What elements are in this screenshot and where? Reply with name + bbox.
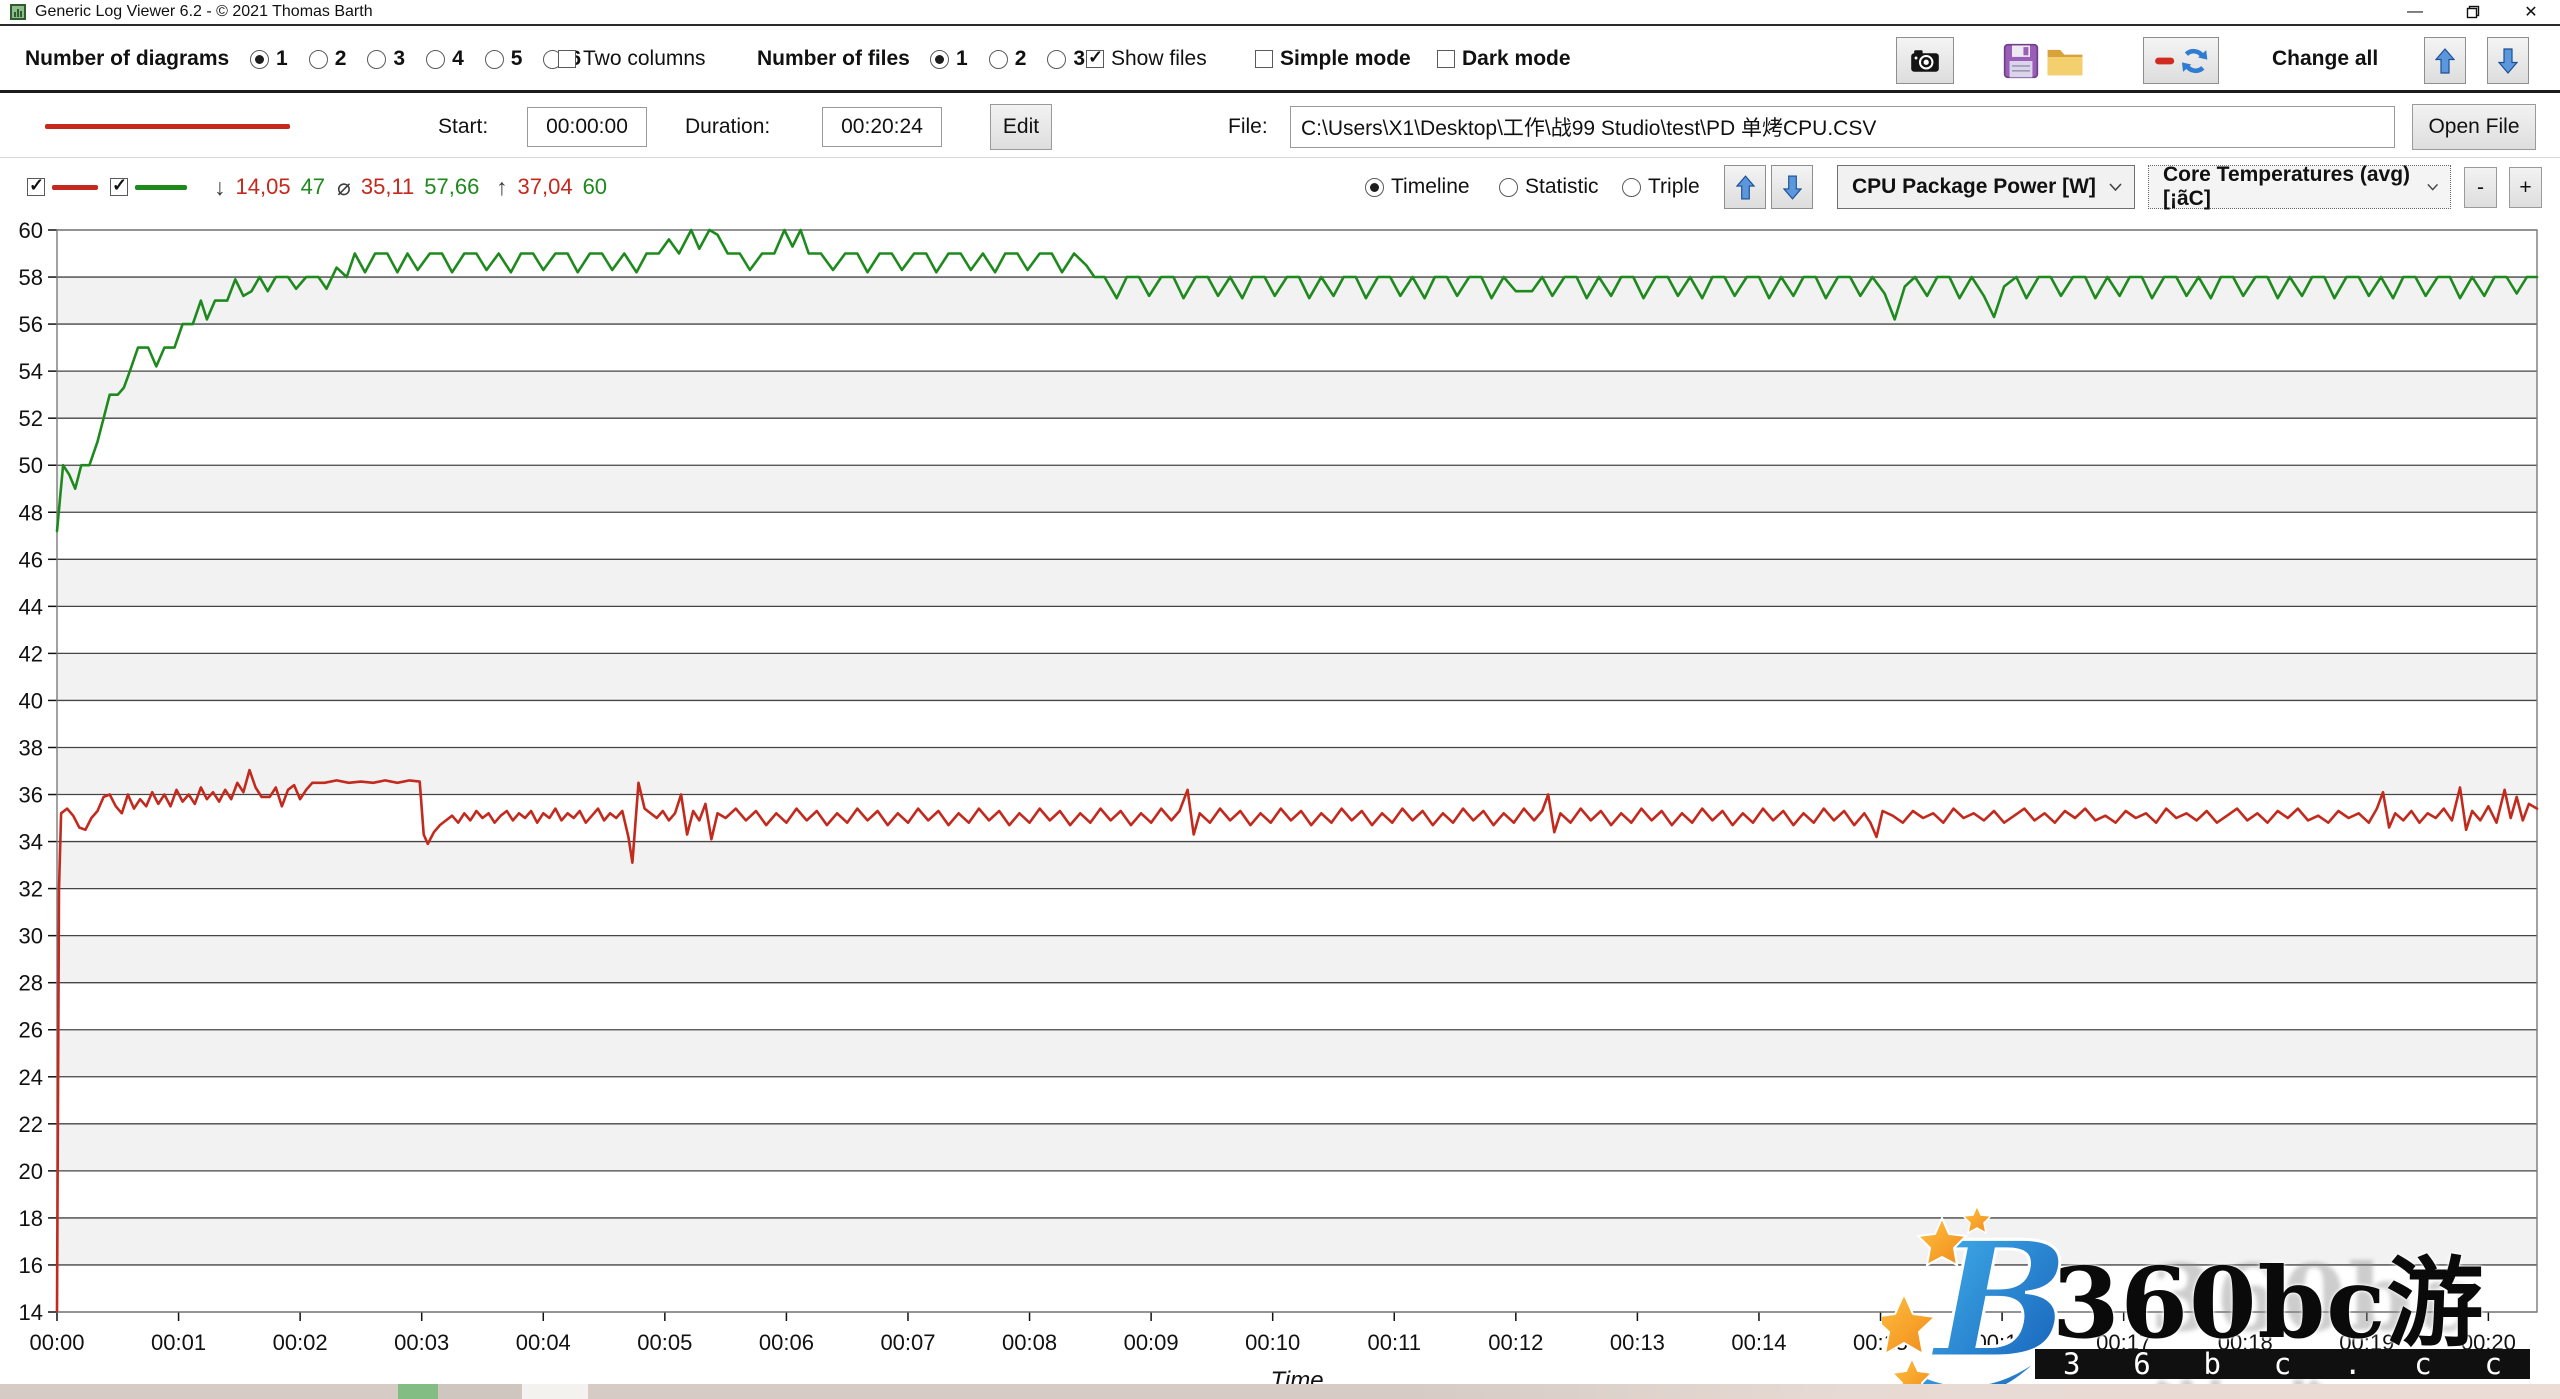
watermark-domain-char: c: [2484, 1347, 2502, 1381]
plot-band: [57, 1170, 2537, 1218]
plot-band: [57, 606, 2537, 654]
x-tick-label: 00:00: [29, 1330, 84, 1355]
y-tick-label: 44: [19, 594, 43, 619]
x-tick-label: 00:08: [1002, 1330, 1057, 1355]
watermark-domain-char: c: [2273, 1347, 2292, 1381]
x-tick-label: 00:09: [1124, 1330, 1179, 1355]
plot-band: [57, 559, 2537, 607]
plot-band: [57, 1123, 2537, 1171]
x-tick-label: 00:13: [1610, 1330, 1665, 1355]
y-tick-label: 60: [19, 218, 43, 243]
y-tick-label: 16: [19, 1253, 43, 1278]
plot-band: [57, 277, 2537, 325]
timeline-chart[interactable]: 14 16 18 20 22 24 26 28 30 32 34 36 38 40 42 44 46 48 50 52…: [0, 0, 2560, 1399]
x-tick-label: 00:10: [1245, 1330, 1300, 1355]
plot-band: [57, 888, 2537, 936]
watermark-domain-char: b: [2203, 1347, 2221, 1381]
y-tick-label: 22: [19, 1112, 43, 1137]
y-tick-label: 50: [19, 453, 43, 478]
y-tick-label: 34: [19, 830, 43, 855]
x-tick-label: 00:04: [516, 1330, 571, 1355]
y-tick-label: 38: [19, 735, 43, 760]
taskbar-sliver: [0, 1384, 2560, 1399]
watermark-domain-bar: 3 6 b c. c c: [2035, 1347, 2530, 1381]
y-tick-label: 42: [19, 641, 43, 666]
app-window: 14 16 18 20 22 24 26 28 30 32 34 36 38 40 42 44 46 48 50 52…: [0, 0, 2560, 1399]
y-tick-label: 52: [19, 406, 43, 431]
plot-band: [57, 324, 2537, 372]
x-tick-label: 00:07: [880, 1330, 935, 1355]
watermark-domain-char: 3: [2063, 1347, 2081, 1381]
y-tick-label: 18: [19, 1206, 43, 1231]
y-tick-label: 48: [19, 500, 43, 525]
x-tick-label: 00:14: [1731, 1330, 1786, 1355]
plot-band: [57, 747, 2537, 795]
x-tick-label: 00:03: [394, 1330, 449, 1355]
plot-band: [57, 1076, 2537, 1124]
x-tick-label: 00:06: [759, 1330, 814, 1355]
x-tick-label: 00:12: [1488, 1330, 1543, 1355]
watermark-domain-char: .: [2344, 1347, 2362, 1381]
plot-band: [57, 465, 2537, 513]
y-tick-label: 40: [19, 688, 43, 713]
y-tick-label: 36: [19, 783, 43, 808]
y-tick-label: 30: [19, 924, 43, 949]
y-tick-label: 28: [19, 971, 43, 996]
plot-band: [57, 653, 2537, 701]
y-tick-label: 14: [19, 1300, 43, 1325]
x-tick-label: 00:11: [1368, 1330, 1421, 1355]
y-tick-label: 24: [19, 1065, 43, 1090]
plot-band: [57, 371, 2537, 419]
watermark-domain-char: c: [2414, 1347, 2432, 1381]
x-tick-label: 00:05: [637, 1330, 692, 1355]
plot-band: [57, 1029, 2537, 1077]
plot-band: [57, 982, 2537, 1030]
taskbar-gray-segment: [438, 1384, 522, 1399]
taskbar-white-segment: [522, 1384, 588, 1399]
y-tick-label: 56: [19, 312, 43, 337]
plot-band: [57, 418, 2537, 466]
plot-band: [57, 700, 2537, 748]
chart-svg: 1416182022242628303234363840424446485052…: [19, 218, 2539, 1394]
y-tick-label: 46: [19, 547, 43, 572]
watermark-domain-char: 6: [2133, 1347, 2151, 1381]
y-tick-label: 26: [19, 1018, 43, 1043]
plot-band: [57, 935, 2537, 983]
x-tick-label: 00:02: [273, 1330, 328, 1355]
plot-band: [57, 794, 2537, 842]
plot-band: [57, 512, 2537, 560]
taskbar-green-segment: [398, 1384, 438, 1399]
y-tick-label: 54: [19, 359, 43, 384]
x-tick-label: 00:01: [151, 1330, 206, 1355]
y-tick-label: 58: [19, 265, 43, 290]
plot-band: [57, 841, 2537, 889]
y-tick-label: 32: [19, 877, 43, 902]
y-tick-label: 20: [19, 1159, 43, 1184]
